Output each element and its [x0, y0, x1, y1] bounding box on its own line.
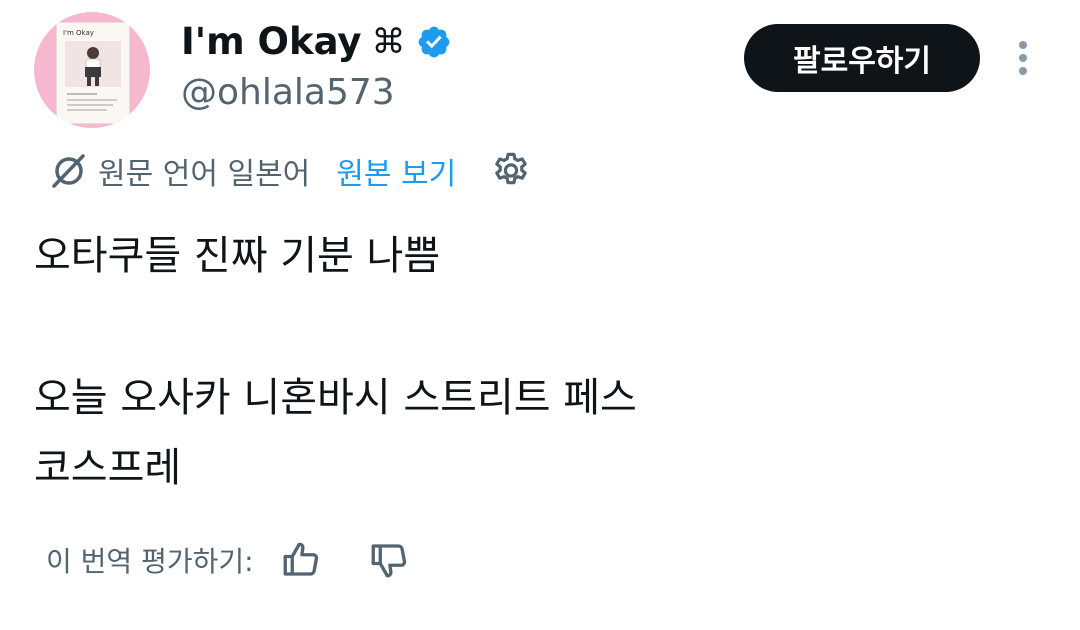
- rate-translation-bar: 이 번역 평가하기:: [46, 536, 410, 584]
- translation-bar: 원문 언어 일본어 원본 보기: [48, 148, 532, 194]
- name-symbol: ⌘: [371, 22, 406, 62]
- source-language-text: 원문 언어 일본어: [98, 157, 311, 192]
- avatar[interactable]: I'm Okay: [34, 12, 150, 128]
- tweet-text-line: 오늘 오사카 니혼바시 스트리트 페스: [34, 375, 637, 421]
- user-handle[interactable]: @ohlala573: [181, 70, 395, 116]
- tweet-text-line: 오타쿠들 진짜 기분 나쁨: [34, 233, 441, 279]
- thumbs-down-icon[interactable]: [368, 539, 410, 581]
- rate-translation-prompt: 이 번역 평가하기:: [46, 545, 254, 578]
- svg-text:I'm Okay: I'm Okay: [63, 29, 94, 37]
- avatar-card-image: I'm Okay: [56, 22, 130, 124]
- more-vertical-icon[interactable]: [1006, 38, 1040, 82]
- translate-icon: [52, 154, 85, 188]
- thumbs-up-icon[interactable]: [280, 539, 322, 581]
- verified-badge-icon: [418, 26, 449, 58]
- gear-icon[interactable]: [490, 150, 532, 192]
- follow-button[interactable]: 팔로우하기: [744, 24, 980, 92]
- view-original-link[interactable]: 원본 보기: [336, 149, 456, 193]
- tweet-text-line: 코스프레: [34, 445, 182, 491]
- display-name[interactable]: I'm Okay ⌘: [181, 18, 452, 66]
- display-name-text: I'm Okay: [181, 20, 362, 63]
